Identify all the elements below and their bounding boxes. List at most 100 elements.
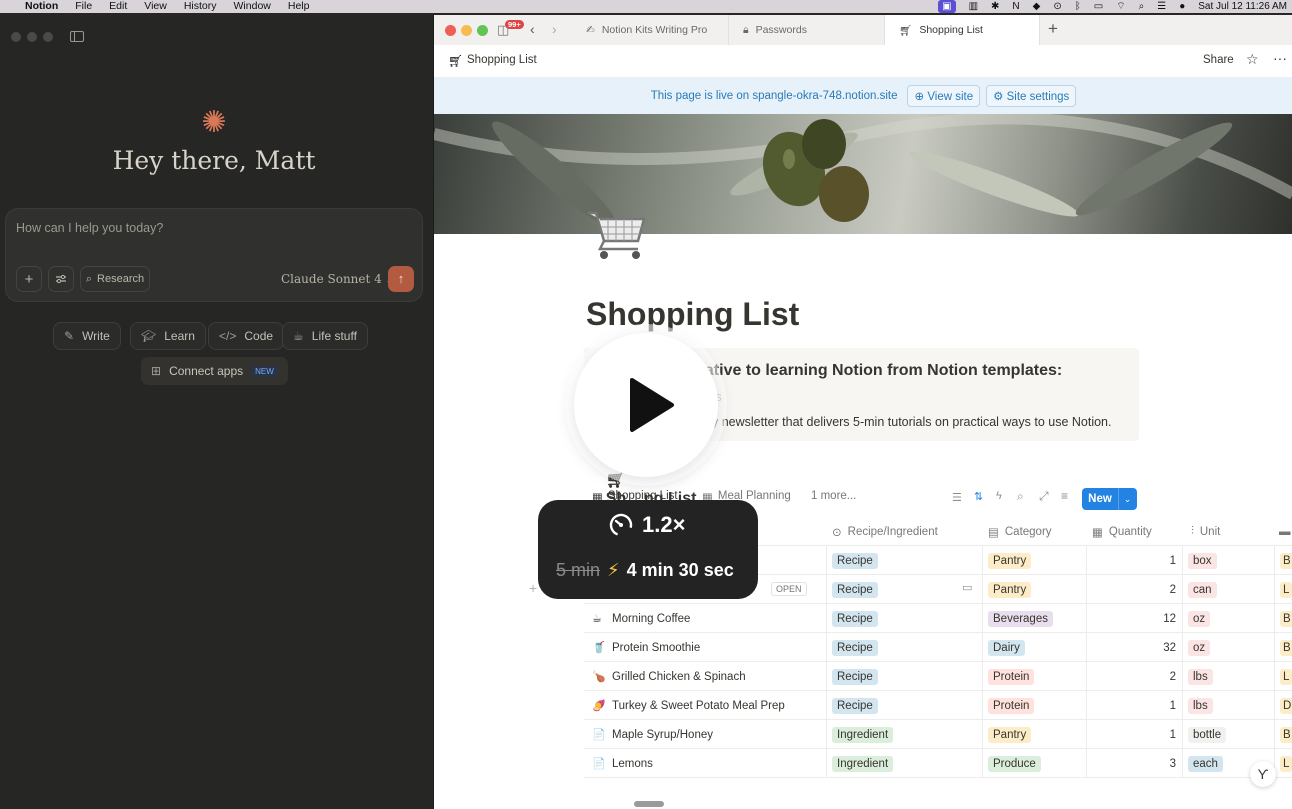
- row-category-cell[interactable]: Pantry: [988, 575, 1032, 604]
- learn-chip[interactable]: 🎓︎ Learn: [130, 322, 206, 350]
- row-quantity-cell[interactable]: 12: [1092, 604, 1176, 633]
- row-category-cell[interactable]: Protein: [988, 662, 1035, 691]
- row-unit-cell[interactable]: bottle: [1188, 720, 1227, 749]
- close-window-button[interactable]: [445, 25, 456, 36]
- row-extra-cell[interactable]: B: [1280, 720, 1292, 749]
- menu-history[interactable]: History: [184, 0, 217, 13]
- menu-edit[interactable]: Edit: [109, 0, 127, 13]
- row-name-cell[interactable]: 📄 Maple Syrup/Honey: [592, 720, 822, 749]
- minimize-window-button[interactable]: [461, 25, 472, 36]
- row-name-cell[interactable]: 🥤 Protein Smoothie: [592, 633, 822, 662]
- row-unit-cell[interactable]: oz: [1188, 604, 1211, 633]
- row-category-cell[interactable]: Pantry: [988, 720, 1032, 749]
- view-site-button[interactable]: ⊕ View site: [907, 84, 981, 107]
- row-unit-cell[interactable]: each: [1188, 749, 1223, 778]
- row-category-cell[interactable]: Pantry: [988, 546, 1032, 575]
- close-window-button[interactable]: [11, 32, 21, 42]
- siri-icon[interactable]: ●: [1179, 0, 1185, 13]
- row-quantity-cell[interactable]: 32: [1092, 633, 1176, 662]
- row-name-cell[interactable]: ☕ Morning Coffee: [592, 604, 822, 633]
- row-unit-cell[interactable]: can: [1188, 575, 1217, 604]
- row-quantity-cell[interactable]: 2: [1092, 662, 1176, 691]
- comment-icon[interactable]: ▭: [962, 581, 972, 594]
- table-row[interactable]: 🥤 Protein Smoothie Recipe Dairy 32 oz B: [584, 633, 1292, 662]
- row-extra-cell[interactable]: B: [1280, 604, 1292, 633]
- prompt-input[interactable]: [16, 221, 396, 235]
- column-more[interactable]: ▬: [1279, 517, 1291, 546]
- row-extra-cell[interactable]: L: [1280, 575, 1292, 604]
- open-row-button[interactable]: OPEN: [771, 582, 807, 596]
- filter-icon[interactable]: ☰: [952, 491, 962, 504]
- tab-passwords[interactable]: 🔒︎ Passwords: [729, 15, 885, 45]
- minimize-window-button[interactable]: [27, 32, 37, 42]
- add-row-icon[interactable]: +: [529, 580, 537, 596]
- dropbox-icon[interactable]: ◆: [1033, 0, 1041, 13]
- row-unit-cell[interactable]: lbs: [1188, 662, 1213, 691]
- stats-icon[interactable]: ▥: [969, 0, 978, 13]
- connect-apps-button[interactable]: ⊞ Connect apps NEW: [141, 357, 288, 385]
- menu-view[interactable]: View: [144, 0, 167, 13]
- row-type-cell[interactable]: Ingredient: [832, 720, 894, 749]
- row-type-cell[interactable]: Recipe: [832, 575, 878, 604]
- zoom-window-button[interactable]: [477, 25, 488, 36]
- row-quantity-cell[interactable]: 2: [1092, 575, 1176, 604]
- row-quantity-cell[interactable]: 1: [1092, 691, 1176, 720]
- notion-menu-icon[interactable]: N: [1012, 0, 1019, 13]
- row-type-cell[interactable]: Recipe: [832, 604, 878, 633]
- row-extra-cell[interactable]: L: [1280, 662, 1292, 691]
- column-recipe-ingredient[interactable]: ⊙ Recipe/Ingredient: [832, 517, 938, 546]
- add-attachment-button[interactable]: +: [16, 266, 42, 292]
- tab-notion-kits[interactable]: ✍︎ Notion Kits Writing Pro: [572, 15, 729, 45]
- row-unit-cell[interactable]: oz: [1188, 633, 1211, 662]
- table-row[interactable]: ☕ Morning Coffee Recipe Beverages 12 oz B: [584, 604, 1292, 633]
- code-chip[interactable]: </> Code: [208, 322, 285, 350]
- table-row[interactable]: 📄 Maple Syrup/Honey Ingredient Pantry 1 bottl…: [584, 720, 1292, 749]
- tools-settings-button[interactable]: [48, 266, 74, 292]
- settings-sliders-icon[interactable]: ≡: [1061, 489, 1068, 503]
- row-extra-cell[interactable]: L: [1280, 749, 1292, 778]
- share-button[interactable]: Share: [1203, 54, 1234, 66]
- breadcrumb[interactable]: Shopping List: [467, 54, 537, 66]
- row-type-cell[interactable]: Recipe: [832, 546, 878, 575]
- row-type-cell[interactable]: Recipe: [832, 691, 878, 720]
- row-extra-cell[interactable]: B: [1280, 633, 1292, 662]
- table-row[interactable]: 🍠 Turkey & Sweet Potato Meal Prep Recipe Pr…: [584, 691, 1292, 720]
- sidebar-toggle-icon[interactable]: [70, 31, 84, 42]
- battery-icon[interactable]: ▭: [1094, 0, 1103, 13]
- search-icon[interactable]: ⌕: [1139, 0, 1145, 13]
- write-chip[interactable]: ✎ Write: [53, 322, 121, 350]
- row-type-cell[interactable]: Ingredient: [832, 749, 894, 778]
- control-center-icon[interactable]: ☰: [1157, 0, 1166, 13]
- row-quantity-cell[interactable]: 1: [1092, 720, 1176, 749]
- row-category-cell[interactable]: Dairy: [988, 633, 1025, 662]
- more-views-button[interactable]: 1 more...: [811, 490, 856, 502]
- table-row[interactable]: 🍗 Grilled Chicken & Spinach Recipe Protein 2…: [584, 662, 1292, 691]
- row-type-cell[interactable]: Recipe: [832, 633, 878, 662]
- forward-arrow-icon[interactable]: ›: [552, 21, 557, 37]
- automation-icon[interactable]: ϟ: [996, 490, 1002, 502]
- row-unit-cell[interactable]: lbs: [1188, 691, 1213, 720]
- vpn-icon[interactable]: ⊙: [1053, 0, 1061, 13]
- wifi-icon[interactable]: ⌔: [1116, 0, 1125, 13]
- menu-app-name[interactable]: Notion: [25, 0, 58, 13]
- bluetooth-icon[interactable]: ᛒ: [1075, 0, 1081, 13]
- fan-icon[interactable]: ✱: [991, 0, 999, 13]
- row-category-cell[interactable]: Beverages: [988, 604, 1053, 633]
- table-row[interactable]: 📄 Lemons Ingredient Produce 3 each L: [584, 749, 1292, 778]
- help-assistant-button[interactable]: ϒ: [1250, 761, 1276, 787]
- site-settings-button[interactable]: ⚙︎ Site settings: [986, 84, 1077, 107]
- send-button[interactable]: ↑: [388, 266, 414, 292]
- screen-record-icon[interactable]: ▣: [938, 0, 956, 13]
- research-button[interactable]: ⌕ Research: [80, 266, 150, 292]
- row-extra-cell[interactable]: D: [1280, 691, 1292, 720]
- row-name-cell[interactable]: 🍠 Turkey & Sweet Potato Meal Prep: [592, 691, 822, 720]
- menubar-clock[interactable]: Sat Jul 12 11:26 AM: [1198, 0, 1287, 13]
- star-icon[interactable]: ☆: [1246, 51, 1259, 68]
- menu-window[interactable]: Window: [234, 0, 271, 13]
- row-category-cell[interactable]: Protein: [988, 691, 1035, 720]
- back-arrow-icon[interactable]: ‹: [530, 21, 535, 37]
- menu-file[interactable]: File: [75, 0, 92, 13]
- row-type-cell[interactable]: Recipe: [832, 662, 878, 691]
- row-name-cell[interactable]: 🍗 Grilled Chicken & Spinach: [592, 662, 822, 691]
- tab-shopping-list[interactable]: 🛒︎ Shopping List: [885, 15, 1040, 45]
